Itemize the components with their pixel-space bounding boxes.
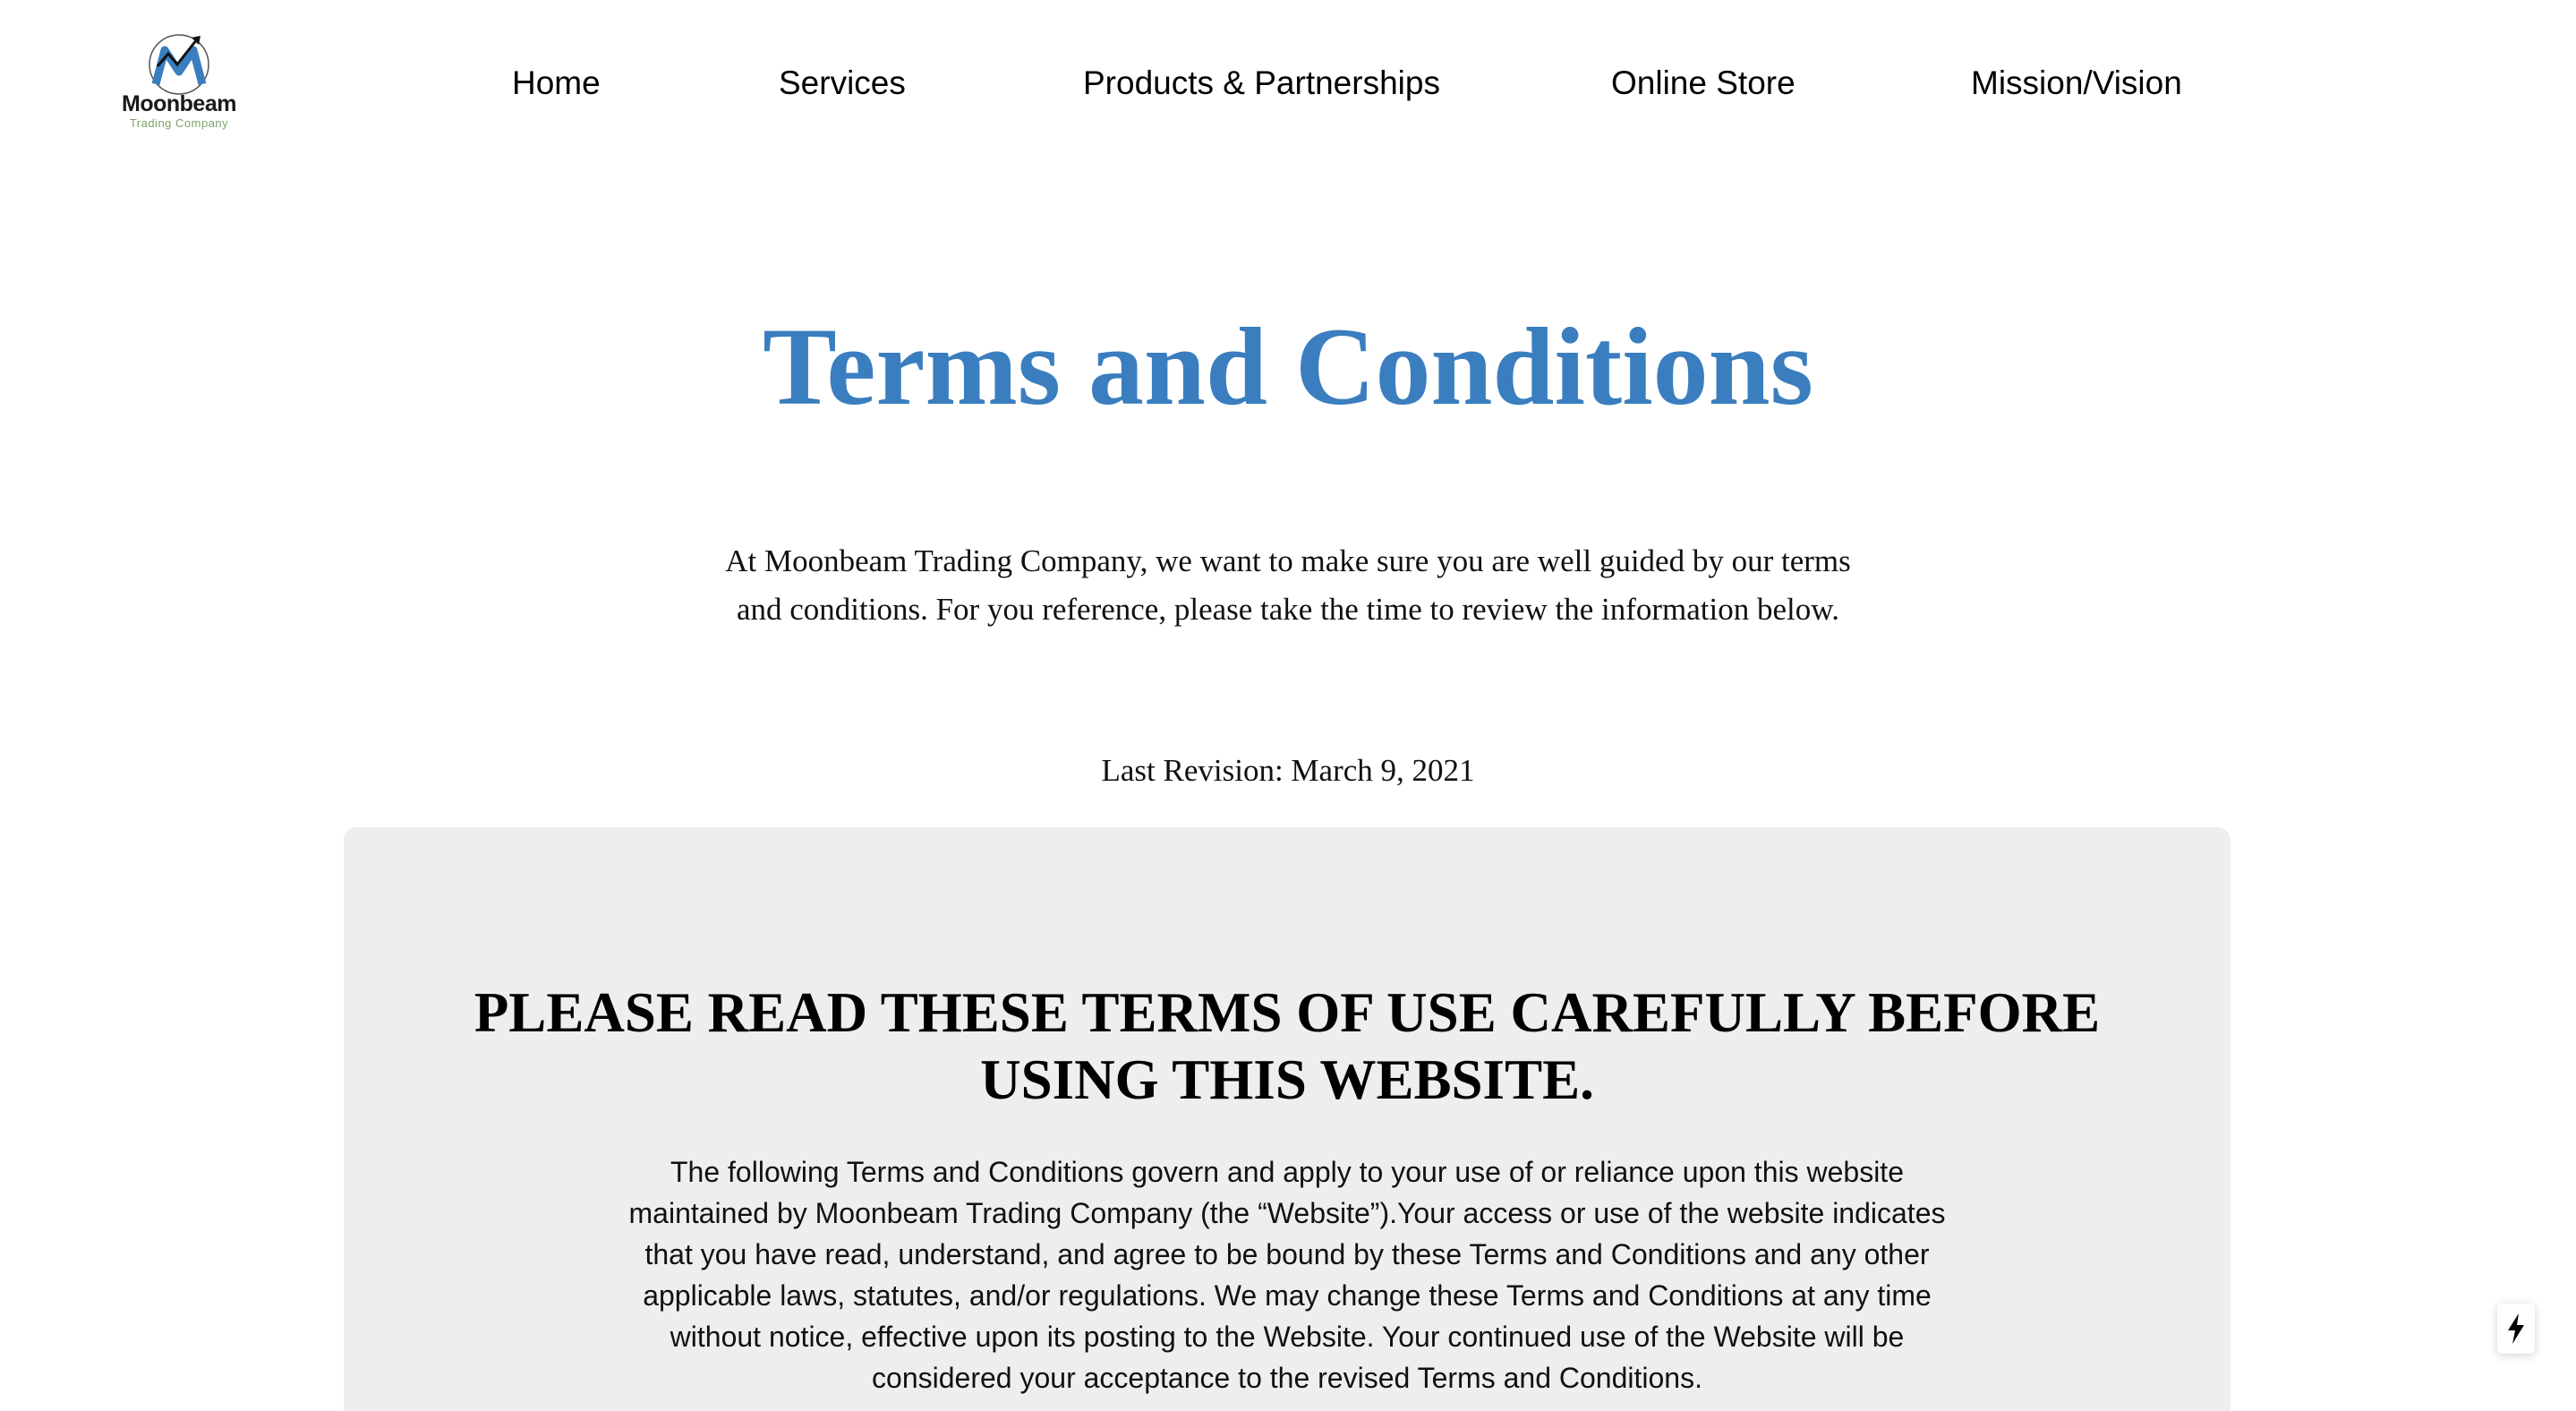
nav-services[interactable]: Services bbox=[779, 63, 906, 104]
terms-intro-paragraph: The following Terms and Conditions gover… bbox=[628, 1156, 1946, 1394]
nav-online-store[interactable]: Online Store bbox=[1611, 63, 1796, 104]
terms-warning-heading: PLEASE READ THESE TERMS OF USE CAREFULLY… bbox=[473, 981, 2101, 1111]
page-title: Terms and Conditions bbox=[763, 305, 1813, 428]
chart-arrow-m-logo-icon bbox=[149, 34, 209, 95]
nav-home[interactable]: Home bbox=[512, 63, 601, 104]
quick-action-button[interactable] bbox=[2497, 1304, 2535, 1354]
intro-text: At Moonbeam Trading Company, we want to … bbox=[725, 543, 1851, 627]
site-header: Moonbeam Trading Company Home Services P… bbox=[0, 0, 2576, 170]
logo-subtitle: Trading Company bbox=[129, 116, 229, 130]
nav-products-partnerships[interactable]: Products & Partnerships bbox=[1083, 63, 1440, 104]
company-logo[interactable]: Moonbeam Trading Company bbox=[116, 30, 242, 136]
terms-panel: PLEASE READ THESE TERMS OF USE CAREFULLY… bbox=[344, 827, 2231, 1411]
nav-mission-vision[interactable]: Mission/Vision bbox=[1971, 63, 2182, 104]
lightning-bolt-icon bbox=[2508, 1313, 2524, 1344]
last-revision-text: Last Revision: March 9, 2021 bbox=[1101, 753, 1475, 788]
logo-name: Moonbeam bbox=[122, 91, 236, 116]
